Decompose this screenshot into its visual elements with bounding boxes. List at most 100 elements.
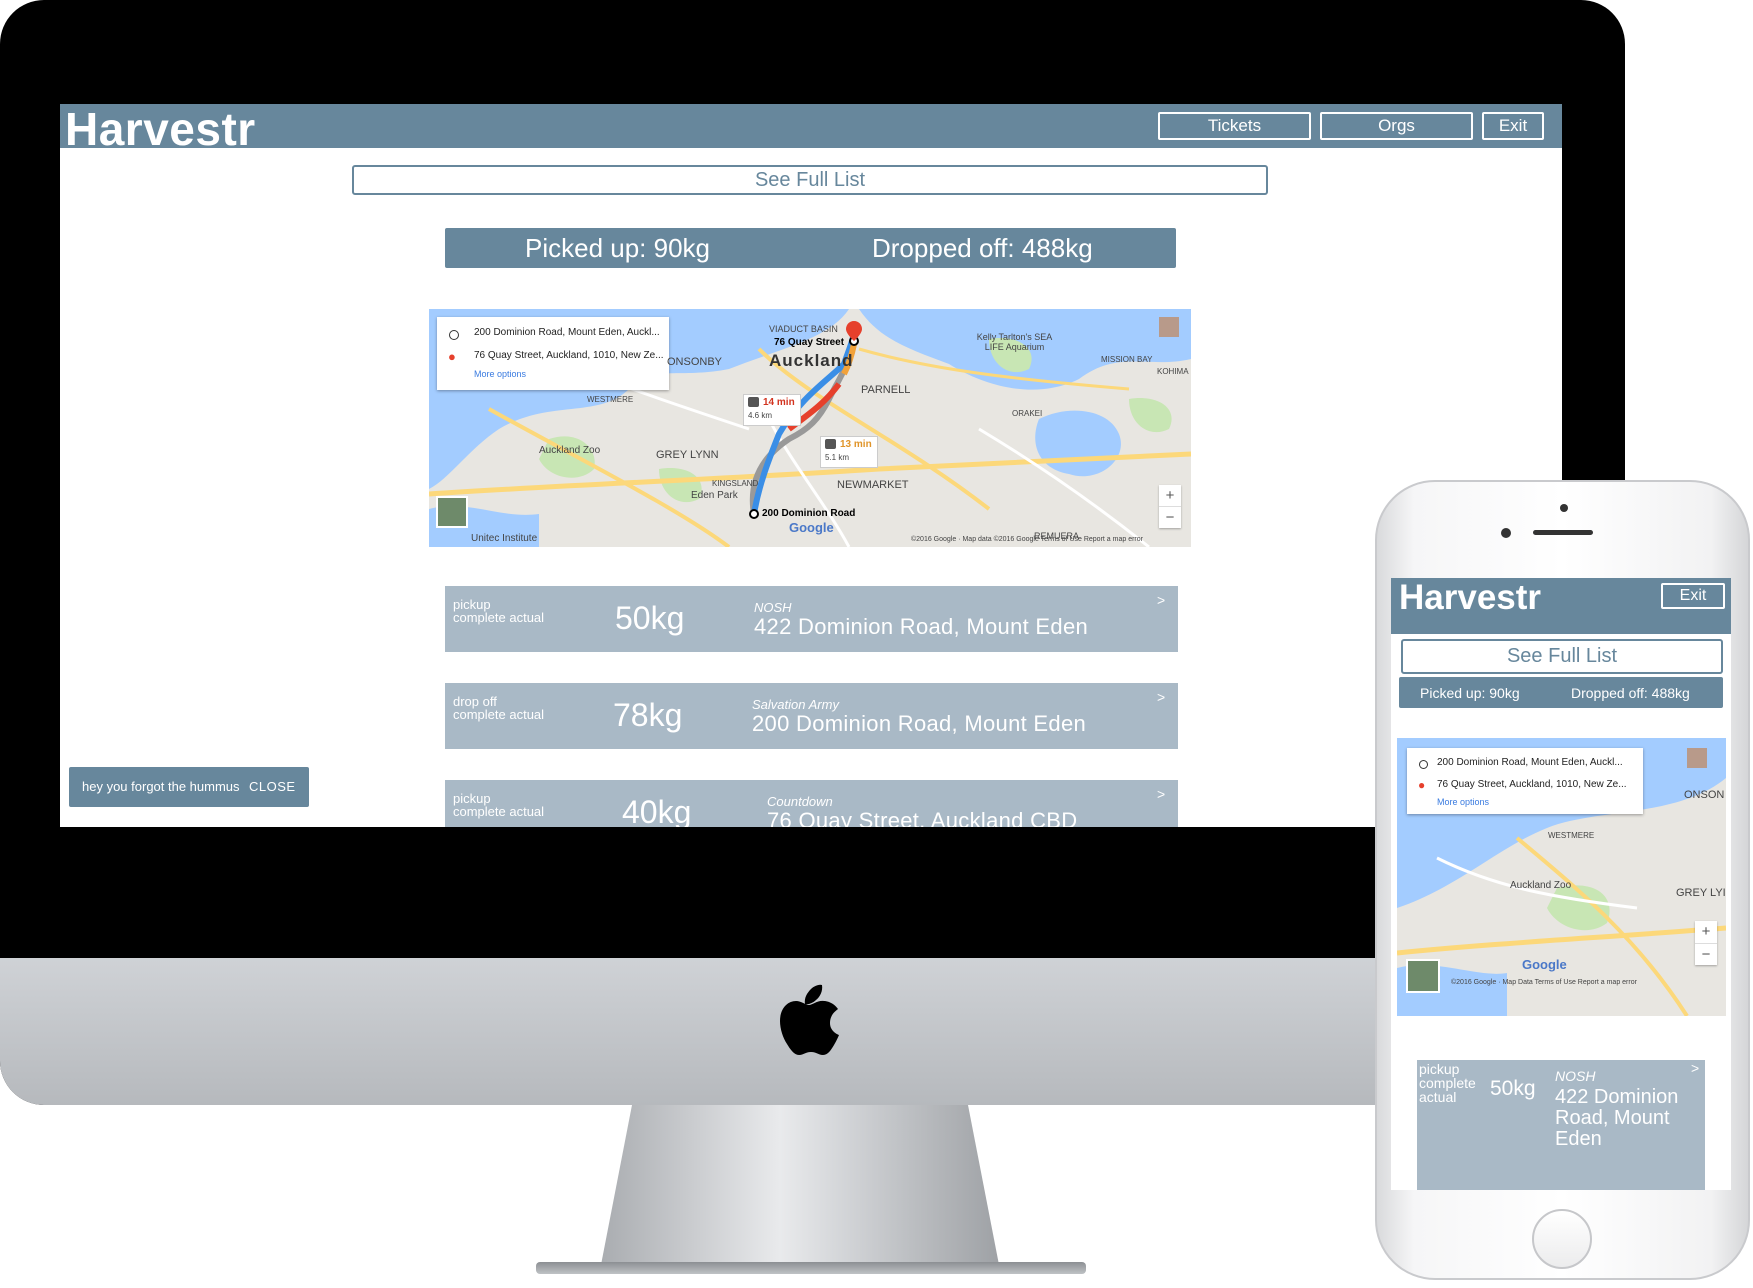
origin-address[interactable]: 200 Dominion Road, Mount Eden, Auckl... [474,327,660,338]
ticket-status: complete actual [453,707,545,722]
route-distance: 4.6 km [748,411,773,420]
dropped-off-total: Dropped off: 488kg [872,233,1093,263]
google-logo: Google [789,520,834,535]
imac-stand [600,1105,1000,1270]
phone-speaker-icon [1533,530,1593,535]
mobile-destination-address[interactable]: 76 Quay Street, Auckland, 1010, New Ze..… [1437,779,1627,790]
ticket-address: 76 Quay Street, Auckland CBD [767,808,1078,827]
map-label: Eden Park [691,490,738,501]
route-time: 14 min [763,397,795,408]
exit-button[interactable]: Exit [1482,112,1544,140]
brand-logo: Harvestr [65,104,256,155]
map-label: GREY LYNN [656,449,719,461]
chevron-right-icon: > [1691,1060,1700,1076]
mobile-brand-logo: Harvestr [1399,578,1542,617]
mobile-more-options-link[interactable]: More options [1437,797,1489,807]
ticket-address: 422 Dominion Road, Mount Eden [754,614,1089,639]
mobile-map-footer[interactable]: ©2016 Google · Map Data Terms of Use Rep… [1451,979,1637,986]
mobile-exit-button[interactable]: Exit [1661,583,1725,609]
route-time-badge[interactable]: 13 min 5.1 km [820,436,878,468]
ticket-card[interactable]: pickup complete actual 50kg NOSH 422 Dom… [445,586,1178,652]
ticket-weight: 40kg [622,794,692,827]
map-label: VIADUCT BASIN [769,324,838,334]
ticket-status: complete actual [453,804,545,819]
google-logo: Google [1522,957,1567,972]
destination-pin-icon: ● [448,349,456,364]
car-icon [748,397,759,407]
apple-logo-icon [780,984,839,1055]
map-label: WESTMERE [587,395,634,404]
mobile-weight-summary: Picked up: 90kg Dropped off: 488kg [1399,677,1723,708]
weight-summary: Picked up: 90kg Dropped off: 488kg [445,228,1176,268]
imac-stand-base [536,1262,1086,1274]
mobile-app-header: Harvestr Exit [1391,578,1731,634]
more-options-link[interactable]: More options [474,369,526,379]
map-label: KOHIMA [1157,367,1189,376]
zoom-in-button[interactable]: + [1159,485,1181,507]
mobile-see-full-list-button[interactable]: See Full List [1401,639,1723,674]
mobile-route-map[interactable]: 200 Dominion Road, Mount Eden, Auckl... … [1397,738,1726,1016]
route-distance: 5.1 km [825,453,850,462]
map-label: 76 Quay Street [774,337,845,348]
map-label: 200 Dominion Road [762,508,856,519]
toast-notification: hey you forgot the hummus CLOSE [69,767,309,807]
origin-icon [1419,760,1428,769]
map-label: PARNELL [861,384,911,396]
route-time-badge[interactable]: 14 min 4.6 km [743,394,801,426]
route-time: 13 min [840,439,872,450]
car-icon [825,439,836,449]
origin-icon [449,330,459,340]
orgs-button[interactable]: Orgs [1320,112,1473,140]
toast-message: hey you forgot the hummus [82,779,240,794]
map-footer[interactable]: ©2016 Google · Map data ©2016 Google Ter… [911,536,1143,543]
see-full-list-button[interactable]: See Full List [352,165,1268,195]
mobile-picked-up-total: Picked up: 90kg [1420,685,1520,701]
ticket-org: NOSH [754,600,792,615]
toast-close-button[interactable]: CLOSE [249,779,296,794]
map-label: KINGSLAND [712,479,759,488]
ticket-org: Countdown [767,794,833,809]
map-label: Auckland Zoo [1510,880,1572,891]
mobile-screen: Harvestr Exit See Full List Picked up: 9… [1391,578,1731,1190]
ticket-address: 200 Dominion Road, Mount Eden [752,711,1087,736]
map-label: ONSON [1684,789,1725,801]
picked-up-total: Picked up: 90kg [525,233,711,263]
mobile-dropped-off-total: Dropped off: 488kg [1571,685,1690,701]
chevron-right-icon: > [1157,592,1166,608]
ticket-weight: 50kg [615,600,685,636]
map-label: WESTMERE [1548,831,1595,840]
zoom-out-button[interactable]: − [1695,944,1717,965]
zoom-control: + − [1159,485,1181,528]
desktop-screen: Harvestr Tickets Orgs Exit See Full List… [60,104,1562,827]
mobile-ticket-address: 422 Dominion Road, Mount Eden [1555,1086,1679,1150]
ticket-weight: 78kg [613,697,683,733]
app-header: Harvestr Tickets Orgs Exit [60,104,1562,155]
mobile-ticket-card[interactable]: pickup complete actual 50kg NOSH 422 Dom… [1417,1060,1705,1190]
tickets-button[interactable]: Tickets [1158,112,1311,140]
phone-sensor-icon [1501,528,1511,538]
destination-pin-icon: ● [1418,778,1426,792]
map-label: Auckland [769,351,854,370]
phone-front-camera-icon [1560,504,1568,512]
route-map[interactable]: 200 Dominion Road, Mount Eden, Auckl... … [429,309,1191,547]
mobile-ticket-org: NOSH [1555,1068,1596,1084]
destination-address[interactable]: 76 Quay Street, Auckland, 1010, New Ze..… [474,350,664,361]
mobile-zoom-control: + − [1695,921,1717,965]
map-label: MISSION BAY [1101,355,1153,364]
ticket-card[interactable]: pickup complete actual 40kg Countdown 76… [445,780,1178,827]
zoom-in-button[interactable]: + [1695,921,1717,944]
zoom-out-button[interactable]: − [1159,507,1181,528]
mobile-origin-address[interactable]: 200 Dominion Road, Mount Eden, Auckl... [1437,757,1623,768]
chevron-right-icon: > [1157,689,1166,705]
map-label: Unitec Institute [471,533,538,544]
ticket-card[interactable]: drop off complete actual 78kg Salvation … [445,683,1178,749]
map-label: GREY LYI [1676,887,1726,899]
mobile-directions-box: 200 Dominion Road, Mount Eden, Auckl... … [1407,748,1643,814]
directions-box: 200 Dominion Road, Mount Eden, Auckl... … [437,317,669,390]
map-label: Auckland Zoo [539,445,601,456]
map-label: Kelly Tarlton's SEA LIFE Aquarium [976,332,1053,352]
home-button[interactable] [1532,1209,1592,1269]
ticket-org: Salvation Army [752,697,839,712]
map-label: ONSONBY [667,356,723,368]
map-label: NEWMARKET [837,479,909,491]
